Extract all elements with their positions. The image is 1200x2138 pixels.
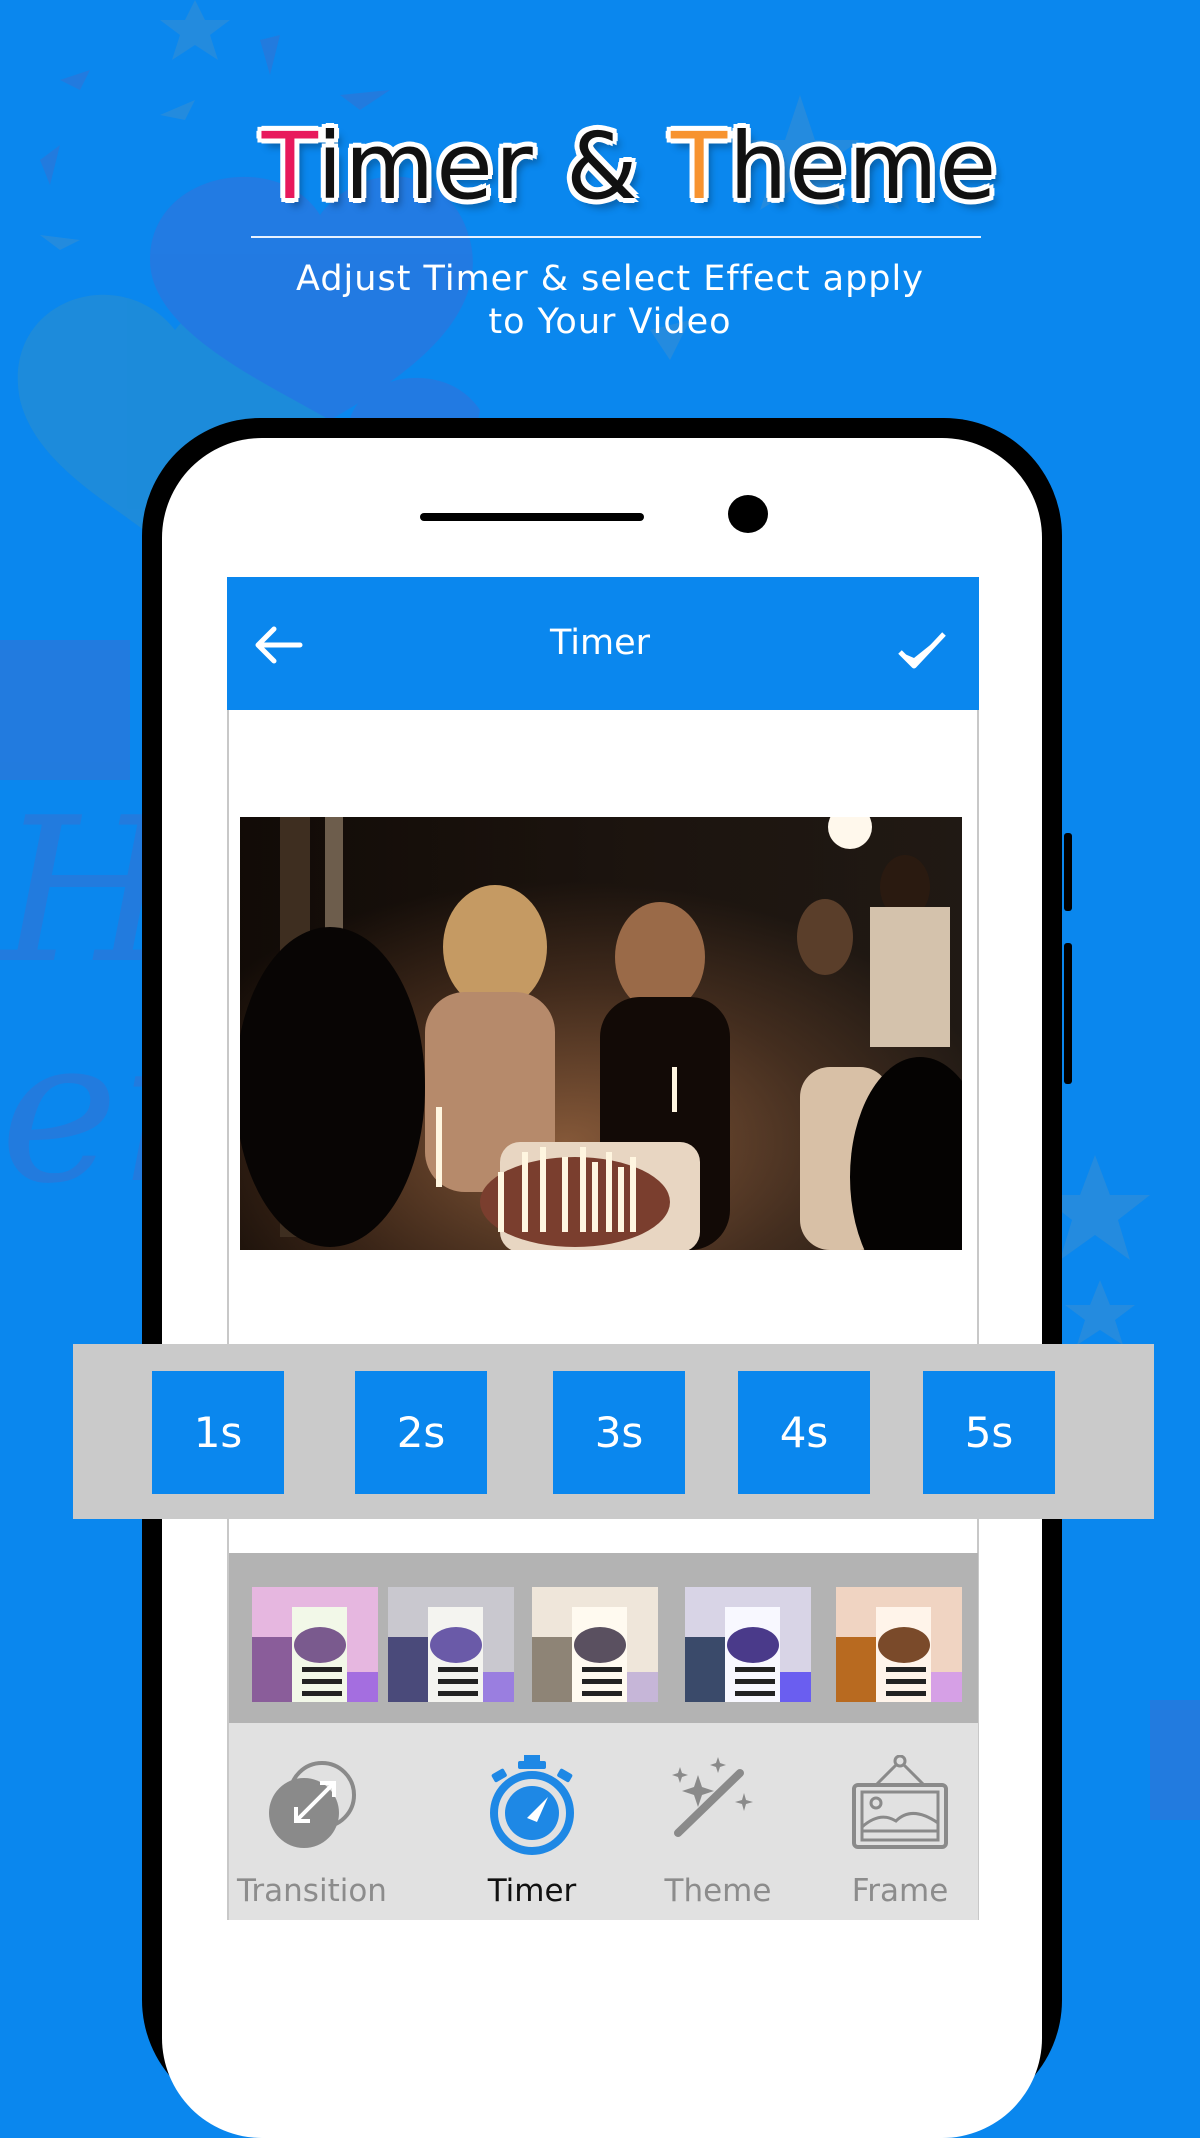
checkmark-icon [898, 632, 946, 669]
nav-item-transition[interactable]: Transition [222, 1735, 402, 1920]
timer-option-5s[interactable]: 5s [923, 1371, 1055, 1494]
subtitle-line-1: Adjust Timer & select Effect apply [296, 259, 924, 299]
title-part-2: heme [729, 113, 999, 220]
phone-power-button [1064, 943, 1072, 1084]
confetti [340, 90, 390, 110]
nav-item-timer[interactable]: Timer [442, 1735, 622, 1920]
gift-shape [1150, 1700, 1200, 1820]
timer-option-4s[interactable]: 4s [738, 1371, 870, 1494]
star-shape [1065, 1280, 1135, 1345]
stopwatch-icon [490, 1755, 574, 1855]
filter-thumbnail-cream[interactable] [532, 1587, 658, 1702]
arrow-left-icon [255, 626, 303, 664]
magic-wand-icon [672, 1757, 753, 1837]
filter-preview-image [532, 1587, 658, 1702]
nav-label-frame: Frame [851, 1873, 949, 1909]
timer-option-2s[interactable]: 2s [355, 1371, 487, 1494]
filter-preview-image [836, 1587, 962, 1702]
subtitle-line-2: to Your Video [488, 302, 732, 342]
title-divider [251, 236, 981, 238]
confetti [260, 35, 280, 75]
title-second-letter: T [670, 113, 730, 220]
filter-thumbnail-amber[interactable] [836, 1587, 962, 1702]
timer-option-1s[interactable]: 1s [152, 1371, 284, 1494]
filter-thumbnail-pink[interactable] [252, 1587, 378, 1702]
back-button[interactable] [250, 622, 306, 668]
filter-thumbnail-blue[interactable] [685, 1587, 811, 1702]
nav-label-transition: Transition [237, 1873, 387, 1909]
promo-title: Timer & Theme [0, 112, 1200, 222]
video-preview[interactable] [240, 817, 962, 1250]
gift-shape [0, 640, 130, 780]
transition-icon [269, 1761, 356, 1848]
phone-volume-button [1064, 833, 1072, 911]
picture-frame-icon [852, 1755, 948, 1849]
filter-preview-image [252, 1587, 378, 1702]
confetti [40, 235, 80, 250]
nav-item-frame[interactable]: Frame [810, 1735, 990, 1920]
title-first-letter: T [261, 113, 318, 220]
title-part-1: imer & [317, 113, 671, 220]
confirm-button[interactable] [896, 628, 948, 672]
confetti [60, 70, 90, 90]
filter-preview-image [685, 1587, 811, 1702]
preview-image [240, 817, 962, 1250]
phone-speaker [420, 513, 644, 521]
filter-preview-image [388, 1587, 514, 1702]
nav-item-theme[interactable]: Theme [628, 1735, 808, 1920]
app-bar-title: Timer [549, 623, 651, 663]
phone-camera [728, 495, 768, 533]
promo-subtitle: Adjust Timer & select Effect apply to Yo… [240, 258, 980, 344]
filter-thumbnail-violet[interactable] [388, 1587, 514, 1702]
timer-option-3s[interactable]: 3s [553, 1371, 685, 1494]
star-shape [160, 0, 230, 60]
